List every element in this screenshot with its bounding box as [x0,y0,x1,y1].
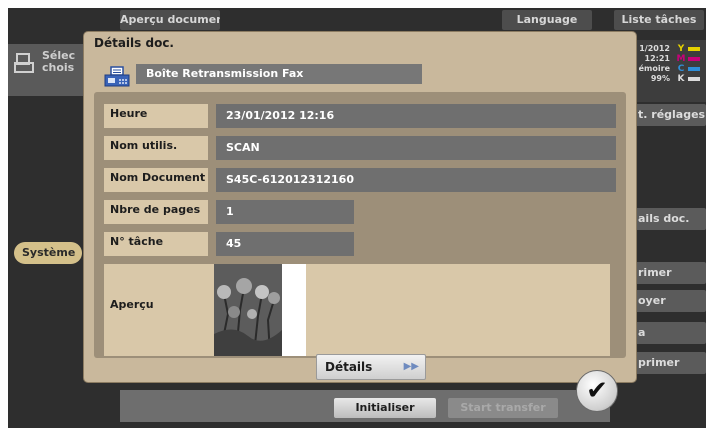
imprimer-button-bg[interactable]: rimer [626,262,706,284]
time-label: Heure [104,104,208,128]
double-chevron-right-icon: ▶▶ [403,361,419,372]
preview-area: Aperçu [104,264,610,356]
initialiser-button[interactable]: Initialiser [334,398,436,418]
tab-apercu-document[interactable]: Aperçu document [120,10,220,30]
device-screen: Aperçu document Language Liste tâches Sé… [8,8,706,428]
document-name-label: Nom Document [104,168,208,192]
toner-label-c: C [677,64,685,74]
job-selection-text: Sélec chois [42,50,76,74]
envoyer-button-bg[interactable]: oyer [626,290,706,312]
box-name-field: Boîte Retransmission Fax [136,64,422,84]
preview-label: Aperçu [110,298,154,311]
reglages-button[interactable]: t. réglages [626,104,706,126]
job-number-value: 45 [216,232,354,256]
page-count-value: 1 [216,200,354,224]
status-date: 1/2012 [639,44,670,53]
toner-bar-cyan [688,67,700,71]
supprimer-button-bg[interactable]: primer [626,352,706,374]
toner-bar-yellow [688,47,700,51]
document-tray-icon [14,53,34,73]
status-memory-label: émoire [638,64,670,73]
systeme-button[interactable]: Système [14,242,82,264]
document-thumbnail[interactable] [214,264,306,356]
action-button-bg[interactable]: a [626,322,706,344]
toner-label-y: Y [677,44,685,54]
user-name-value: SCAN [216,136,616,160]
start-transfer-button[interactable]: Start transfer [448,398,558,418]
toner-bar-magenta [688,57,700,61]
status-time: 12:21 [644,54,670,63]
document-info-panel: Heure 23/01/2012 12:16 Nom utilis. SCAN … [94,92,626,380]
job-selection-panel[interactable]: Sélec chois [8,44,88,96]
status-memory-value: 99% [650,74,670,83]
job-number-label: N° tâche [104,232,208,256]
checkmark-icon: ✔ [586,376,608,406]
toner-label-k: K [677,74,685,84]
status-panel: 1/2012 12:21 émoire 99% Y M C K [628,40,706,102]
toner-bar-black [688,77,700,81]
ok-checkmark-button[interactable]: ✔ [576,370,618,412]
user-name-label: Nom utilis. [104,136,208,160]
document-details-dialog: Détails doc. Boîte Retransmission Fax He… [84,32,636,382]
dialog-title: Détails doc. [94,36,174,50]
toner-label-m: M [676,54,686,64]
tab-language[interactable]: Language [502,10,592,30]
document-name-value: S45C-612012312160 [216,168,616,192]
time-value: 23/01/2012 12:16 [216,104,616,128]
details-button[interactable]: Détails ▶▶ [316,354,426,380]
details-doc-button-bg[interactable]: ails doc. [626,208,706,230]
details-button-label: Détails [325,360,373,374]
fax-icon [104,66,130,87]
tab-liste-taches[interactable]: Liste tâches [614,10,704,30]
page-count-label: Nbre de pages [104,200,208,224]
